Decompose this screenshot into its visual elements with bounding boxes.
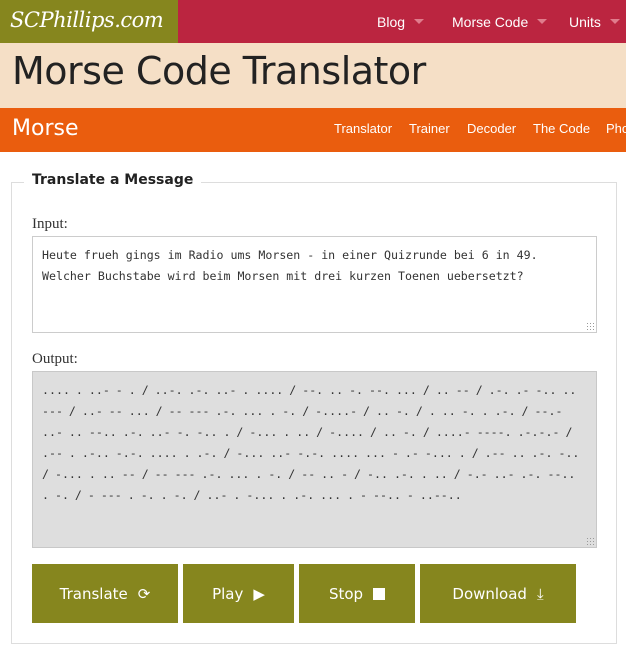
- output-textarea[interactable]: .... . ..- - . / ..-. .-. ..- . .... / -…: [32, 371, 597, 548]
- input-label: Input:: [32, 216, 68, 232]
- play-icon: ▶: [253, 584, 265, 603]
- download-icon: ⤓: [536, 584, 544, 603]
- download-button[interactable]: Download ⤓: [420, 564, 576, 623]
- page-title: Morse Code Translator: [12, 49, 426, 93]
- fieldset-legend: Translate a Message: [24, 172, 202, 188]
- stop-button[interactable]: Stop: [299, 564, 415, 623]
- nav-morse-code[interactable]: Morse Code: [452, 0, 548, 43]
- nav-label: Morse Code: [452, 13, 529, 30]
- input-text: Heute frueh gings im Radio ums Morsen - …: [42, 248, 545, 283]
- button-label: Download: [452, 584, 527, 603]
- button-label: Play: [212, 584, 244, 603]
- nav-units[interactable]: Units: [569, 0, 620, 43]
- input-textarea[interactable]: Heute frueh gings im Radio ums Morsen - …: [32, 236, 597, 333]
- resize-handle[interactable]: [586, 537, 594, 545]
- stop-icon: [373, 587, 386, 600]
- button-label: Stop: [328, 584, 364, 603]
- subnav-translator[interactable]: Translator: [334, 121, 392, 136]
- nav-blog[interactable]: Blog: [377, 0, 425, 43]
- top-bar: SCPhillips.com Blog Morse Code Units: [0, 0, 626, 43]
- section-nav-bar: Morse Translator Trainer Decoder The Cod…: [0, 108, 626, 152]
- output-text: .... . ..- - . / ..-. .-. ..- . .... / -…: [42, 383, 586, 502]
- refresh-icon: ⟳: [137, 584, 151, 603]
- site-logo[interactable]: SCPhillips.com: [0, 0, 178, 43]
- caret-down-icon: [609, 19, 620, 24]
- resize-handle[interactable]: [586, 322, 594, 330]
- caret-down-icon: [537, 19, 548, 24]
- nav-label: Units: [569, 13, 601, 30]
- button-label: Translate: [59, 584, 128, 603]
- nav-label: Blog: [377, 13, 406, 30]
- output-label: Output:: [32, 351, 78, 367]
- subnav-decoder[interactable]: Decoder: [467, 121, 516, 136]
- play-button[interactable]: Play ▶: [183, 564, 294, 623]
- subnav-phonetic[interactable]: Pho: [606, 121, 626, 136]
- section-brand[interactable]: Morse: [12, 116, 78, 141]
- title-band: Morse Code Translator: [0, 43, 626, 108]
- subnav-the-code[interactable]: The Code: [533, 121, 590, 136]
- caret-down-icon: [414, 19, 425, 24]
- translate-button[interactable]: Translate ⟳: [32, 564, 178, 623]
- subnav-trainer[interactable]: Trainer: [409, 121, 450, 136]
